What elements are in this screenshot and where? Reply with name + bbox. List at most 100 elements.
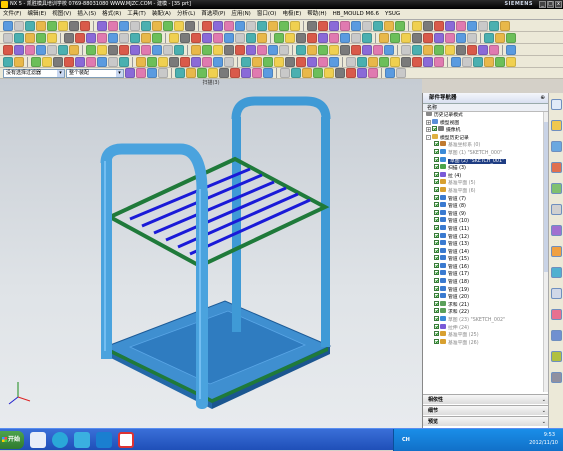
tool-icon[interactable] xyxy=(36,20,46,31)
column-header-name[interactable]: 名称 xyxy=(423,104,548,112)
tool-icon[interactable] xyxy=(351,20,361,31)
tool-icon[interactable] xyxy=(390,32,400,43)
tool-icon[interactable] xyxy=(268,44,278,55)
tool-icon[interactable] xyxy=(119,32,129,43)
tool-icon[interactable] xyxy=(119,56,129,67)
tool-icon[interactable] xyxy=(456,44,466,55)
tool-icon[interactable] xyxy=(329,20,339,31)
tool-icon[interactable] xyxy=(467,44,477,55)
tool-icon[interactable] xyxy=(202,20,212,31)
tool-icon[interactable] xyxy=(197,68,207,78)
resource-tab-icon[interactable] xyxy=(551,225,562,236)
resource-tab-icon[interactable] xyxy=(551,162,562,173)
visibility-checkbox[interactable] xyxy=(434,209,439,215)
tool-icon[interactable] xyxy=(506,44,516,55)
tool-icon[interactable] xyxy=(75,56,85,67)
tool-icon[interactable] xyxy=(506,32,516,43)
tool-icon[interactable] xyxy=(213,56,223,67)
tool-icon[interactable] xyxy=(340,20,350,31)
menu-item[interactable]: 电极(E) xyxy=(279,9,304,20)
tool-icon[interactable] xyxy=(25,20,35,31)
tool-icon[interactable] xyxy=(252,56,262,67)
tool-icon[interactable] xyxy=(268,20,278,31)
tool-icon[interactable] xyxy=(362,44,372,55)
menu-item[interactable]: 格式(R) xyxy=(99,9,124,20)
menu-item[interactable]: YSUG xyxy=(382,9,403,20)
tool-icon[interactable] xyxy=(467,20,477,31)
tool-icon[interactable] xyxy=(445,44,455,55)
tool-icon[interactable] xyxy=(362,20,372,31)
tool-icon[interactable] xyxy=(445,20,455,31)
tool-icon[interactable] xyxy=(329,44,339,55)
tool-icon[interactable] xyxy=(58,44,68,55)
tool-icon[interactable] xyxy=(36,44,46,55)
visibility-checkbox[interactable] xyxy=(434,278,439,284)
tool-icon[interactable] xyxy=(296,56,306,67)
tool-icon[interactable] xyxy=(174,20,184,31)
tool-icon[interactable] xyxy=(75,32,85,43)
visibility-checkbox[interactable] xyxy=(434,293,439,299)
expand-toggle-icon[interactable]: - xyxy=(426,134,431,140)
tool-icon[interactable] xyxy=(241,68,251,78)
menu-item[interactable]: 帮助(H) xyxy=(304,9,329,20)
tool-icon[interactable] xyxy=(208,68,218,78)
tool-icon[interactable] xyxy=(175,68,185,78)
tool-icon[interactable] xyxy=(329,56,339,67)
tool-icon[interactable] xyxy=(14,20,24,31)
tool-icon[interactable] xyxy=(329,32,339,43)
resource-tab-icon[interactable] xyxy=(551,351,562,362)
chat-icon[interactable] xyxy=(74,432,90,448)
tool-icon[interactable] xyxy=(186,68,196,78)
visibility-checkbox[interactable] xyxy=(434,194,439,200)
tool-icon[interactable] xyxy=(351,44,361,55)
tool-icon[interactable] xyxy=(489,44,499,55)
resource-tab-icon[interactable] xyxy=(551,267,562,278)
menu-item[interactable]: 文件(F) xyxy=(0,9,24,20)
tool-icon[interactable] xyxy=(346,68,356,78)
tool-icon[interactable] xyxy=(445,32,455,43)
tool-icon[interactable] xyxy=(368,68,378,78)
tool-icon[interactable] xyxy=(86,44,96,55)
tool-icon[interactable] xyxy=(108,20,118,31)
resource-tab-icon[interactable] xyxy=(551,288,562,299)
tool-icon[interactable] xyxy=(108,32,118,43)
graphics-viewport[interactable]: 扫描(3) xyxy=(0,79,422,428)
tool-icon[interactable] xyxy=(97,56,107,67)
tool-icon[interactable] xyxy=(152,32,162,43)
tool-icon[interactable] xyxy=(313,68,323,78)
tree-node[interactable]: 基准平面 (26) xyxy=(423,338,548,348)
tool-icon[interactable] xyxy=(495,56,505,67)
media-icon[interactable] xyxy=(118,432,134,448)
menu-item[interactable]: 分析(L) xyxy=(174,9,198,20)
tool-icon[interactable] xyxy=(423,56,433,67)
tool-icon[interactable] xyxy=(97,20,107,31)
tool-icon[interactable] xyxy=(274,32,284,43)
tool-icon[interactable] xyxy=(396,68,406,78)
resource-tab-icon[interactable] xyxy=(551,120,562,131)
tool-icon[interactable] xyxy=(324,68,334,78)
visibility-checkbox[interactable] xyxy=(434,202,439,208)
scope-dropdown[interactable]: 整个装配 ▾ xyxy=(66,68,124,78)
tool-icon[interactable] xyxy=(224,44,234,55)
tool-icon[interactable] xyxy=(69,44,79,55)
tool-icon[interactable] xyxy=(290,20,300,31)
visibility-checkbox[interactable] xyxy=(434,247,439,253)
tool-icon[interactable] xyxy=(141,44,151,55)
tool-icon[interactable] xyxy=(25,32,35,43)
tool-icon[interactable] xyxy=(14,32,24,43)
expand-toggle-icon[interactable]: + xyxy=(426,119,431,125)
tool-icon[interactable] xyxy=(246,44,256,55)
tool-icon[interactable] xyxy=(401,56,411,67)
tool-icon[interactable] xyxy=(246,20,256,31)
menu-item[interactable]: 编辑(E) xyxy=(24,9,49,20)
tool-icon[interactable] xyxy=(3,44,13,55)
tool-icon[interactable] xyxy=(412,56,422,67)
tool-icon[interactable] xyxy=(69,20,79,31)
tool-icon[interactable] xyxy=(257,32,267,43)
tool-icon[interactable] xyxy=(64,56,74,67)
tool-icon[interactable] xyxy=(291,68,301,78)
tool-icon[interactable] xyxy=(462,56,472,67)
tool-icon[interactable] xyxy=(97,32,107,43)
tool-icon[interactable] xyxy=(384,20,394,31)
tool-icon[interactable] xyxy=(147,68,157,78)
